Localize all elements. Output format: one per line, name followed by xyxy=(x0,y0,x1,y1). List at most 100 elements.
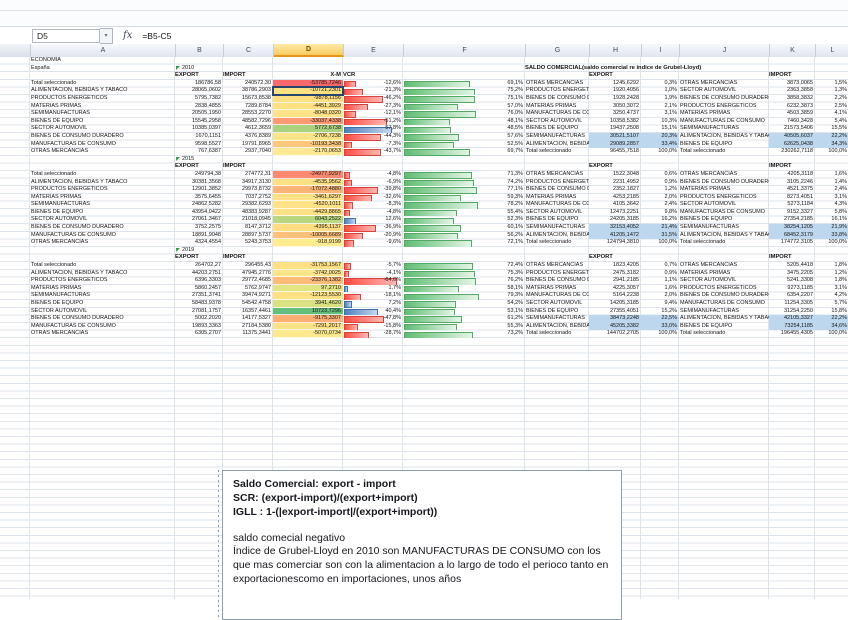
cell-igll-bar[interactable]: 56,2% xyxy=(403,232,525,240)
cell-category[interactable]: SEMIMANUFACTURAS xyxy=(30,110,175,118)
cell-category-igll[interactable]: Total seleccionado xyxy=(525,330,589,338)
cell-export-value[interactable]: 27351,3741 xyxy=(175,292,223,300)
cell-export-share[interactable]: 1920,4056 xyxy=(589,87,641,95)
cell-empty[interactable] xyxy=(679,72,769,80)
cell-category-igll[interactable]: OTRAS MERCANCÍAS xyxy=(525,262,589,270)
cell-export-value[interactable]: 18891,9048 xyxy=(175,232,223,240)
cell-igll-bar[interactable]: 60,1% xyxy=(403,224,525,232)
column-header-I[interactable]: I xyxy=(642,44,680,57)
cell-saldo-value[interactable]: 97,2710 xyxy=(273,285,343,293)
cell-empty[interactable] xyxy=(525,72,589,80)
cell-igll-bar[interactable]: 55,3% xyxy=(403,323,525,331)
cell-export-pct[interactable]: 33,4% xyxy=(641,141,679,149)
cell-saldo-value[interactable]: -5070,0734 xyxy=(273,330,343,338)
cell-saldo-value[interactable]: -4395,1137 xyxy=(273,224,343,232)
cell-igll-bar[interactable]: 69,1% xyxy=(403,80,525,88)
cell-scr-bar[interactable]: -6,9% xyxy=(343,179,403,187)
cell-export-pct[interactable]: 0,9% xyxy=(641,179,679,187)
cell-export-share[interactable]: 3050,3072 xyxy=(589,103,641,111)
cell-import-share[interactable]: 11254,3305 xyxy=(769,300,815,308)
cell-export-share[interactable]: 4253,2185 xyxy=(589,194,641,202)
cell-category-igll[interactable]: SEMIMANUFACTURAS xyxy=(525,133,589,141)
cell-igll-bar[interactable]: 52,3% xyxy=(403,216,525,224)
cell-category-igll[interactable]: BIENES DE EQUIPO xyxy=(525,125,589,133)
cell-header-export[interactable]: EXPORT xyxy=(175,163,223,171)
cell-category[interactable]: BIENES DE EQUIPO xyxy=(30,118,175,126)
cell-category[interactable]: SEMIMANUFACTURAS xyxy=(30,201,175,209)
cell-category[interactable]: PRODUCTOS ENERGÉTICOS xyxy=(30,186,175,194)
cell-import-pct[interactable]: 33,8% xyxy=(815,232,848,240)
cell-import-value[interactable]: 54542,4758 xyxy=(223,300,273,308)
cell-category-igll[interactable]: BIENES DE EQUIPO xyxy=(525,216,589,224)
cell-category-share[interactable]: SEMIMANUFACTURAS xyxy=(679,308,769,316)
cell-igll-bar[interactable]: 61,2% xyxy=(403,315,525,323)
cell-import-value[interactable]: 2937,7040 xyxy=(223,148,273,156)
cell-year[interactable]: 2019 xyxy=(175,247,223,255)
column-header-A[interactable]: A xyxy=(31,44,176,57)
cell-igll-bar[interactable]: 69,7% xyxy=(403,148,525,156)
cell-igll-bar[interactable]: 79,3% xyxy=(403,292,525,300)
cell-header-export-share[interactable]: EXPORT xyxy=(589,72,641,80)
cell-scr-bar[interactable]: 57,8% xyxy=(343,125,403,133)
cell-scr-bar[interactable]: -4,8% xyxy=(343,171,403,179)
column-header-B[interactable]: B xyxy=(176,44,224,57)
cell-import-share[interactable]: 73254,1185 xyxy=(769,323,815,331)
cell-import-value[interactable]: 240572,30 xyxy=(223,80,273,88)
cell-category-share[interactable]: MANUFACTURAS DE CONSUMO xyxy=(679,118,769,126)
cell-block-title[interactable]: SALDO COMERCIAL(saldo comercial re índic… xyxy=(525,65,589,73)
cell-export-share[interactable]: 19437,2508 xyxy=(589,125,641,133)
cell-header-import[interactable]: IMPORT xyxy=(223,254,273,262)
cell-saldo-value[interactable]: -3742,0025 xyxy=(273,270,343,278)
cell-scr-bar[interactable]: -43,7% xyxy=(343,148,403,156)
cell-empty[interactable] xyxy=(30,72,175,80)
cell-category-igll[interactable]: BIENES DE CONSUMO DURADERO xyxy=(525,186,589,194)
cell-export-pct[interactable]: 9,4% xyxy=(641,300,679,308)
cell-category[interactable]: MANUFACTURAS DE CONSUMO xyxy=(30,232,175,240)
cell-category-igll[interactable]: SECTOR AUTOMÓVIL xyxy=(525,209,589,217)
cell-export-share[interactable]: 12473,2251 xyxy=(589,209,641,217)
cell-import-share[interactable]: 3475,2205 xyxy=(769,270,815,278)
cell-import-value[interactable]: 19791,8965 xyxy=(223,141,273,149)
cell-export-pct[interactable]: 21,4% xyxy=(641,224,679,232)
cell-import-pct[interactable]: 3,1% xyxy=(815,285,848,293)
cell-export-share[interactable]: 3250,4737 xyxy=(589,110,641,118)
cell-igll-bar[interactable]: 73,2% xyxy=(403,330,525,338)
cell-import-share[interactable]: 31254,2250 xyxy=(769,308,815,316)
cell-export-pct[interactable]: 2,4% xyxy=(641,201,679,209)
cell-export-value[interactable]: 6305,2707 xyxy=(175,330,223,338)
cell-saldo-value[interactable]: -4535,9562 xyxy=(273,179,343,187)
cell-export-pct[interactable]: 2,1% xyxy=(641,103,679,111)
cell-saldo-value[interactable]: -918,9199 xyxy=(273,239,343,247)
cell-import-value[interactable]: 7289,8784 xyxy=(223,103,273,111)
cell-scr-bar[interactable]: 40,4% xyxy=(343,308,403,316)
cell-import-pct[interactable]: 15,5% xyxy=(815,125,848,133)
cell-export-pct[interactable]: 15,1% xyxy=(641,125,679,133)
cell-export-share[interactable]: 32153,4052 xyxy=(589,224,641,232)
cell-export-value[interactable]: 9598,5527 xyxy=(175,141,223,149)
cell-header-import-share[interactable]: IMPORT xyxy=(769,254,815,262)
cell-empty[interactable] xyxy=(343,65,403,73)
cell-category[interactable]: PRODUCTOS ENERGÉTICOS xyxy=(30,95,175,103)
cell-import-pct[interactable]: 2,5% xyxy=(815,103,848,111)
cell-import-share[interactable]: 40505,6037 xyxy=(769,133,815,141)
cell-export-pct[interactable]: 1,6% xyxy=(641,285,679,293)
cell-category[interactable]: MATERIAS PRIMAS xyxy=(30,285,175,293)
cell-header-export-share[interactable]: EXPORT xyxy=(589,163,641,171)
cell-saldo-value[interactable]: -2706,7238 xyxy=(273,133,343,141)
cell-export-value[interactable]: 27081,1757 xyxy=(175,308,223,316)
cell-region-2[interactable]: España xyxy=(30,65,175,73)
cell-import-share[interactable]: 4205,3118 xyxy=(769,171,815,179)
cell-category-share[interactable]: SEMIMANUFACTURAS xyxy=(679,125,769,133)
cell-category-share[interactable]: MATERIAS PRIMAS xyxy=(679,110,769,118)
cell-scr-bar[interactable]: -4,8% xyxy=(343,209,403,217)
cell-import-share[interactable]: 5273,1184 xyxy=(769,201,815,209)
cell-export-pct[interactable]: 15,2% xyxy=(641,308,679,316)
cell-export-share[interactable]: 4225,3057 xyxy=(589,285,641,293)
cell-igll-bar[interactable]: 58,1% xyxy=(403,285,525,293)
cell-export-share[interactable]: 14205,3185 xyxy=(589,300,641,308)
cell-import-share[interactable]: 21573,5406 xyxy=(769,125,815,133)
cell-empty[interactable] xyxy=(679,254,769,262)
cell-export-pct[interactable]: 31,5% xyxy=(641,232,679,240)
cell-scr-bar[interactable]: -44,3% xyxy=(343,133,403,141)
cell-export-value[interactable]: 24862,5282 xyxy=(175,201,223,209)
